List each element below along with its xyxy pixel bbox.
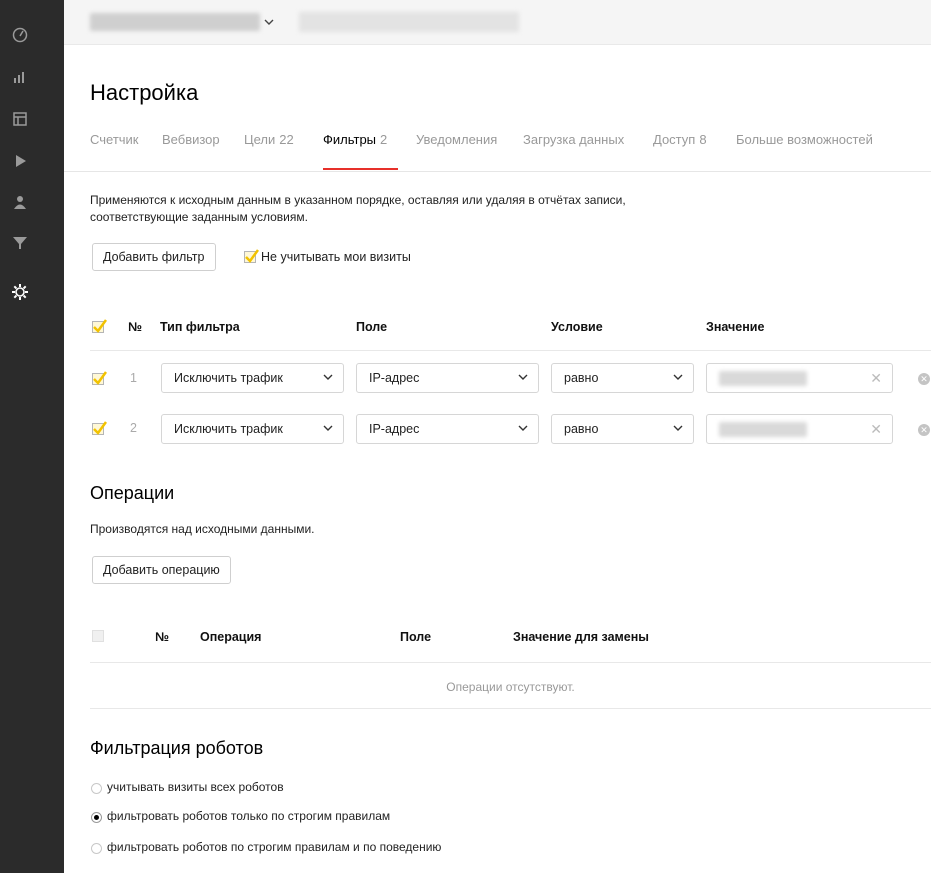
tab-counter[interactable]: Счетчик [90, 132, 139, 147]
checkmark-icon [93, 319, 108, 333]
add-filter-button[interactable]: Добавить фильтр [92, 243, 216, 271]
filter-condition-value: равно [564, 422, 599, 436]
robots-option-radio-all[interactable] [91, 783, 102, 794]
filters-description: Применяются к исходным данным в указанно… [90, 192, 790, 226]
chevron-down-icon [673, 425, 683, 431]
filter-row-number: 1 [130, 371, 137, 385]
robots-option-label[interactable]: учитывать визиты всех роботов [107, 780, 284, 794]
filter-row-number: 2 [130, 421, 137, 435]
filter-row-checkbox[interactable] [92, 421, 108, 435]
operations-title: Операции [90, 483, 175, 503]
robots-option-radio-strict[interactable] [91, 812, 102, 823]
tabs-divider [64, 171, 931, 172]
tab-notifications[interactable]: Уведомления [416, 132, 497, 147]
tab-goals[interactable]: Цели 22 [244, 132, 294, 147]
remove-filter-icon[interactable]: ✕ [918, 424, 930, 436]
robots-filtering-title: Фильтрация роботов [90, 738, 264, 758]
clear-icon[interactable]: ✕ [870, 370, 882, 387]
filter-type-value: Исключить трафик [174, 422, 283, 436]
table-divider [90, 662, 931, 663]
filter-condition-value: равно [564, 371, 599, 385]
chevron-down-icon [323, 374, 333, 380]
dashboard-icon[interactable] [0, 20, 40, 50]
robots-option-radio-behavior[interactable] [91, 843, 102, 854]
filter-field-select[interactable]: IP-адрес [356, 414, 539, 444]
filters-description-line2: соответствующие заданным условиям. [90, 210, 308, 224]
tab-more-features[interactable]: Больше возможностей [736, 132, 873, 147]
chevron-down-icon [518, 425, 528, 431]
add-operation-button[interactable]: Добавить операцию [92, 556, 231, 584]
tab-data-upload[interactable]: Загрузка данных [523, 132, 624, 147]
op-col-field: Поле [400, 630, 432, 644]
checkmark-icon [245, 249, 260, 263]
filter-condition-select[interactable]: равно [551, 363, 694, 393]
filter-field-value: IP-адрес [369, 371, 420, 385]
robots-option-label[interactable]: фильтровать роботов только по строгим пр… [107, 809, 390, 823]
counter-info [299, 12, 519, 32]
tab-webvisor[interactable]: Вебвизор [162, 132, 220, 147]
counter-selector[interactable] [90, 13, 260, 31]
settings-icon[interactable] [0, 277, 40, 307]
page-title: Настройка [90, 80, 199, 105]
filter-field-select[interactable]: IP-адрес [356, 363, 539, 393]
active-tab-indicator [323, 168, 398, 170]
chevron-down-icon[interactable] [264, 19, 274, 26]
robots-option-label[interactable]: фильтровать роботов по строгим правилам … [107, 840, 441, 854]
redacted-ip [719, 422, 807, 437]
chevron-down-icon [518, 374, 528, 380]
filter-condition-select[interactable]: равно [551, 414, 694, 444]
remove-filter-icon[interactable]: ✕ [918, 373, 930, 385]
top-bar [64, 0, 931, 45]
operations-empty-message: Операции отсутствуют. [446, 680, 575, 694]
filter-type-select[interactable]: Исключить трафик [161, 363, 344, 393]
filter-type-value: Исключить трафик [174, 371, 283, 385]
col-value: Значение [706, 320, 765, 334]
col-field: Поле [356, 320, 388, 334]
op-col-replace-value: Значение для замены [513, 630, 649, 644]
operations-description: Производятся над исходными данными. [90, 522, 315, 536]
checkmark-icon [93, 421, 108, 435]
checkmark-icon [93, 371, 108, 385]
filter-value-input[interactable]: ✕ [706, 363, 893, 393]
ignore-my-visits-label: Не учитывать мои визиты [261, 250, 411, 264]
redacted-ip [719, 371, 807, 386]
filter-row-checkbox[interactable] [92, 371, 108, 385]
filters-description-line1: Применяются к исходным данным в указанно… [90, 193, 626, 207]
chevron-down-icon [673, 374, 683, 380]
reports-icon[interactable] [0, 62, 40, 92]
col-filter-type: Тип фильтра [160, 320, 240, 334]
ignore-my-visits-checkbox[interactable] [244, 249, 260, 263]
left-sidebar [0, 0, 64, 873]
table-divider [90, 350, 931, 351]
funnel-icon[interactable] [0, 228, 40, 258]
clear-icon[interactable]: ✕ [870, 421, 882, 438]
filter-type-select[interactable]: Исключить трафик [161, 414, 344, 444]
op-col-operation: Операция [200, 630, 262, 644]
select-all-operations-checkbox [92, 630, 104, 642]
webvisor-icon[interactable] [0, 146, 40, 176]
chevron-down-icon [323, 425, 333, 431]
op-col-number: № [155, 630, 169, 644]
select-all-filters-checkbox[interactable] [92, 319, 108, 333]
summary-icon[interactable] [0, 104, 40, 134]
filter-value-input[interactable]: ✕ [706, 414, 893, 444]
tab-filters[interactable]: Фильтры 2 [323, 132, 387, 147]
col-condition: Условие [551, 320, 603, 334]
tab-access[interactable]: Доступ 8 [653, 132, 707, 147]
col-number: № [128, 320, 142, 334]
table-divider [90, 708, 931, 709]
audience-icon[interactable] [0, 187, 40, 217]
filter-field-value: IP-адрес [369, 422, 420, 436]
